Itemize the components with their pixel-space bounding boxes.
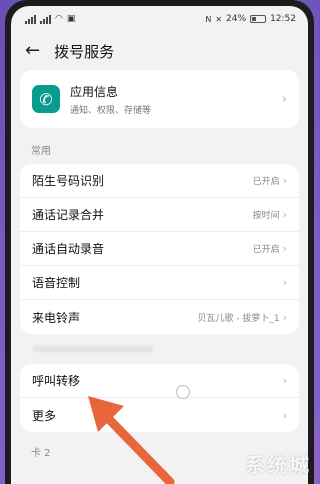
app-header: ← 拨号服务 — [11, 32, 308, 70]
row-label: 通话记录合并 — [32, 208, 105, 222]
row-label: 陌生号码识别 — [32, 174, 105, 188]
chevron-right-icon: › — [282, 408, 287, 422]
settings-row-voice-control[interactable]: 语音控制 › — [20, 266, 299, 300]
row-value-wrap: › — [280, 276, 287, 289]
battery-percent: 24% — [226, 14, 247, 24]
row-value-wrap: › — [280, 374, 287, 387]
settings-row-stranger-id[interactable]: 陌生号码识别 已开启 › — [20, 164, 299, 198]
row-label: 更多 — [32, 408, 57, 423]
app-info-text: 应用信息 通知、权限、存储等 — [70, 83, 269, 116]
row-value-wrap: › — [280, 409, 287, 422]
row-label: 语音控制 — [32, 276, 81, 290]
app-info-card[interactable]: ✆ 应用信息 通知、权限、存储等 › — [20, 70, 299, 128]
chevron-right-icon: › — [281, 91, 287, 107]
chevron-right-icon: › — [282, 242, 287, 255]
common-settings-card: 陌生号码识别 已开启 › 通话记录合并 按时间 › 通话自动录音 已开启 › 语音控制… — [20, 164, 299, 334]
settings-row-ringtone[interactable]: 来电铃声 贝瓦儿歌 - 拔萝卜_1 › — [20, 300, 299, 334]
status-right: N ✕ 24% 12:52 — [205, 14, 296, 24]
battery-icon — [250, 15, 267, 23]
row-value-wrap: 按时间 › — [253, 208, 287, 221]
section-label-sim1-blurred — [11, 334, 308, 364]
status-bar: ◠ ▣ N ✕ 24% 12:52 — [11, 6, 308, 32]
settings-row-merge-log[interactable]: 通话记录合并 按时间 › — [20, 198, 299, 232]
settings-row-auto-record[interactable]: 通话自动录音 已开启 › — [20, 232, 299, 266]
section-label-common: 常用 — [31, 146, 51, 157]
mute-icon: ✕ — [215, 14, 223, 24]
row-label: 呼叫转移 — [32, 374, 81, 388]
chevron-right-icon: › — [282, 174, 287, 187]
phone-app-icon: ✆ — [32, 85, 60, 113]
page-title: 拨号服务 — [54, 42, 115, 61]
row-value: 已开启 — [252, 177, 280, 187]
row-label: 来电铃声 — [32, 310, 81, 325]
notification-icon: ▣ — [66, 14, 76, 24]
row-value: 按时间 — [252, 211, 280, 221]
watermark-logo: 系统城 — [245, 453, 311, 477]
row-label: 通话自动录音 — [32, 242, 105, 256]
app-info-title: 应用信息 — [70, 84, 119, 99]
chevron-right-icon: › — [282, 374, 287, 387]
status-time: 12:52 — [270, 14, 296, 24]
chevron-right-icon: › — [282, 276, 287, 289]
chevron-right-icon: › — [282, 208, 287, 221]
chevron-right-icon: › — [282, 310, 287, 324]
row-value-wrap: 已开启 › — [253, 174, 287, 187]
row-value-wrap: 贝瓦儿歌 - 拔萝卜_1 › — [197, 311, 287, 324]
signal-icon-2 — [40, 14, 51, 24]
app-info-subtitle: 通知、权限、存储等 — [70, 105, 152, 116]
back-arrow-icon[interactable]: ← — [25, 42, 40, 60]
row-value: 贝瓦儿歌 - 拔萝卜_1 — [197, 313, 280, 324]
status-left: ◠ ▣ — [25, 14, 75, 24]
wifi-icon: ◠ — [55, 14, 63, 24]
row-value-wrap: 已开启 › — [253, 242, 287, 255]
annotation-arrow-icon — [88, 396, 175, 484]
row-value: 已开启 — [252, 245, 280, 255]
nfc-icon: N — [205, 14, 212, 24]
signal-icon — [25, 14, 36, 24]
